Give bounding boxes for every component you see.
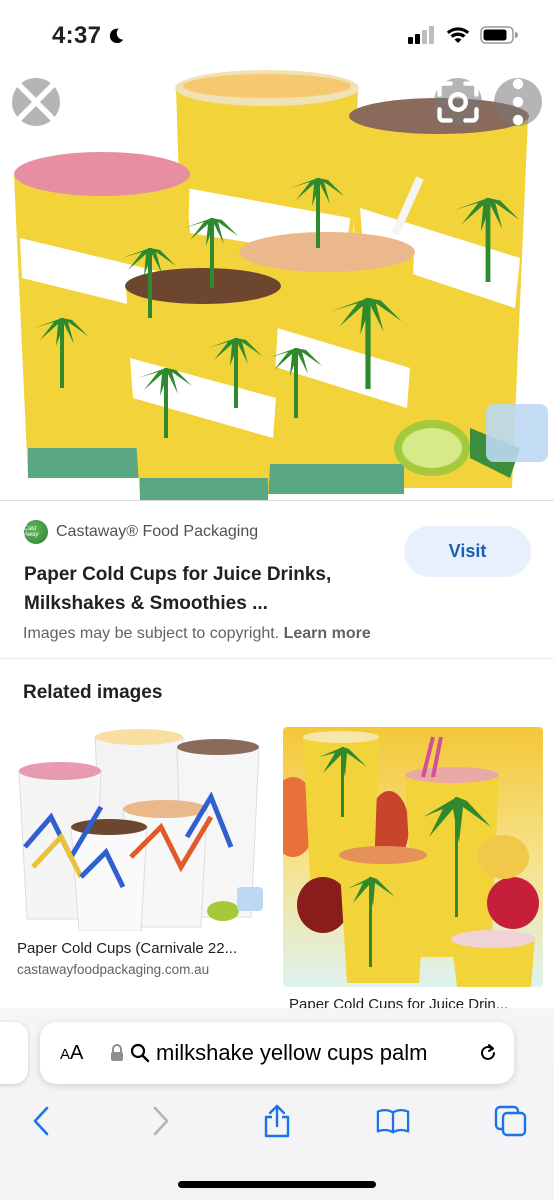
- more-options-button[interactable]: [494, 78, 542, 126]
- url-text: milkshake yellow cups palm: [156, 1040, 428, 1065]
- clock-text: 4:37: [52, 22, 102, 49]
- related-image-1-title[interactable]: Paper Cold Cups (Carnivale 22...: [17, 940, 237, 957]
- white-cups-thumbnail: [11, 727, 271, 931]
- cups-image: [0, 68, 554, 500]
- home-indicator[interactable]: [178, 1181, 376, 1188]
- share-icon: [264, 1104, 290, 1138]
- related-images-heading: Related images: [23, 682, 163, 703]
- previous-tab-peek[interactable]: [0, 1022, 28, 1084]
- status-bar: 4:37: [0, 0, 554, 68]
- aa-small: A: [60, 1045, 71, 1063]
- hero-divider: [0, 500, 554, 501]
- search-icon: [130, 1043, 150, 1063]
- close-button[interactable]: [12, 78, 60, 126]
- related-image-2[interactable]: [283, 727, 543, 987]
- source-row: Cast Away Castaway® Food Packaging: [24, 520, 384, 544]
- result-title[interactable]: Paper Cold Cups for Juice Drinks, Milksh…: [24, 560, 384, 618]
- site-favicon: Cast Away: [24, 520, 48, 544]
- cellular-signal-icon: [408, 26, 434, 44]
- copyright-text: Images may be subject to copyright.: [23, 625, 280, 642]
- copyright-notice: Images may be subject to copyright. Lear…: [23, 625, 371, 643]
- close-icon: [15, 81, 57, 123]
- related-image-1[interactable]: [11, 727, 271, 931]
- result-title-line1: Paper Cold Cups for Juice Drinks,: [24, 564, 332, 585]
- related-image-1-source: castawayfoodpackaging.com.au: [17, 962, 210, 977]
- battery-icon: [480, 26, 518, 44]
- status-indicators: [408, 26, 518, 44]
- aa-large: A: [70, 1041, 84, 1064]
- learn-more-link[interactable]: Learn more: [284, 625, 371, 642]
- chevron-right-icon: [153, 1106, 169, 1136]
- more-vert-icon: [512, 78, 524, 126]
- lens-icon: [437, 81, 479, 123]
- lens-button[interactable]: [434, 78, 482, 126]
- result-source-card[interactable]: Cast Away Castaway® Food Packaging Paper…: [24, 520, 384, 618]
- wifi-icon: [446, 27, 470, 43]
- yellow-palm-cups-thumbnail: [283, 727, 543, 987]
- book-icon: [376, 1109, 410, 1134]
- visit-button[interactable]: Visit: [404, 526, 531, 577]
- back-button[interactable]: [24, 1104, 58, 1138]
- tabs-button[interactable]: [494, 1104, 528, 1138]
- forward-button[interactable]: [144, 1104, 178, 1138]
- status-time: 4:37: [52, 22, 125, 50]
- share-button[interactable]: [260, 1104, 294, 1138]
- page-settings-button[interactable]: AA: [60, 1042, 110, 1065]
- browser-toolbar: [0, 1096, 554, 1146]
- tabs-icon: [494, 1105, 527, 1137]
- section-divider: [0, 658, 554, 659]
- lock-icon: [111, 1044, 123, 1061]
- favicon-text: Cast Away: [24, 526, 39, 538]
- moon-icon: [110, 28, 124, 44]
- bookmarks-button[interactable]: [376, 1104, 410, 1138]
- chevron-left-icon: [33, 1106, 49, 1136]
- result-title-line2: Milkshakes & Smoothies ...: [24, 593, 268, 614]
- source-name: Castaway® Food Packaging: [56, 523, 259, 540]
- address-bar[interactable]: AA milkshake yellow cups palm: [40, 1022, 514, 1084]
- hero-image[interactable]: [0, 68, 554, 500]
- reload-icon[interactable]: [478, 1043, 498, 1063]
